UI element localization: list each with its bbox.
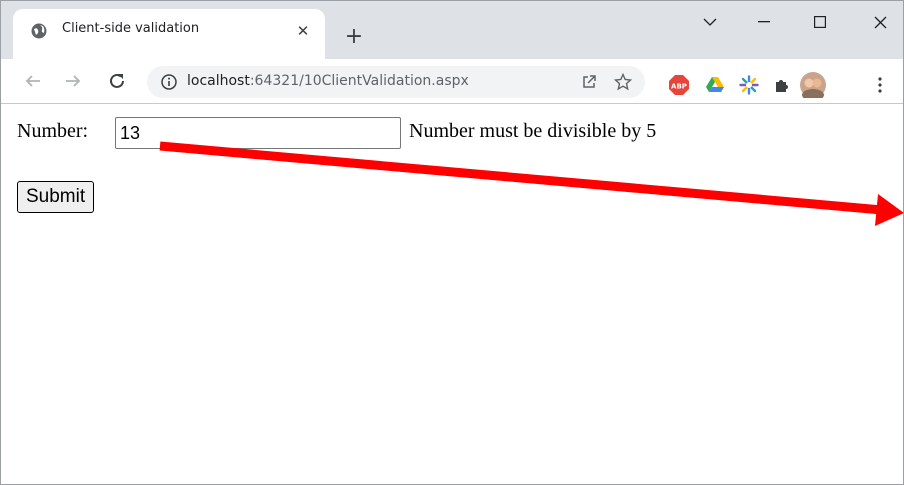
- browser-toolbar: localhost:64321/10ClientValidation.aspx …: [1, 59, 903, 104]
- svg-text:ABP: ABP: [671, 83, 687, 91]
- profile-avatar[interactable]: [800, 72, 826, 98]
- close-window-icon[interactable]: [857, 9, 903, 35]
- bookmark-star-icon[interactable]: [613, 72, 633, 92]
- address-bar[interactable]: localhost:64321/10ClientValidation.aspx: [147, 66, 645, 98]
- number-label: Number:: [17, 120, 89, 142]
- browser-window: Client-side validation ✕ + localhost:643…: [0, 0, 904, 485]
- tab-search-chevron-icon[interactable]: [687, 9, 733, 35]
- validation-message: Number must be divisible by 5: [409, 120, 657, 142]
- number-input[interactable]: [115, 117, 401, 149]
- maximize-icon[interactable]: [797, 9, 843, 35]
- submit-button[interactable]: Submit: [17, 181, 95, 213]
- minimize-icon[interactable]: [741, 9, 787, 35]
- page-content: Number: Number must be divisible by 5 Su…: [1, 104, 903, 484]
- abp-icon[interactable]: ABP: [668, 74, 690, 96]
- tab-title: Client-side validation: [62, 21, 200, 36]
- google-drive-icon[interactable]: [704, 74, 726, 96]
- url-path: :64321/10ClientValidation.aspx: [249, 73, 469, 89]
- back-arrow-icon[interactable]: [21, 69, 45, 93]
- forward-arrow-icon[interactable]: [61, 69, 85, 93]
- new-tab-button[interactable]: +: [341, 23, 367, 49]
- active-tab[interactable]: Client-side validation ✕: [13, 9, 325, 59]
- url-text: localhost:64321/10ClientValidation.aspx: [187, 73, 469, 89]
- url-host: localhost: [187, 73, 250, 89]
- tab-strip: Client-side validation ✕ +: [1, 1, 903, 59]
- puzzle-icon[interactable]: [771, 74, 793, 96]
- site-info-icon[interactable]: [161, 74, 177, 90]
- colorful-extension-icon[interactable]: [738, 74, 760, 96]
- reload-icon[interactable]: [105, 69, 129, 93]
- share-icon[interactable]: [579, 72, 599, 92]
- globe-icon: [31, 23, 47, 39]
- more-menu-icon[interactable]: [869, 74, 891, 96]
- close-tab-icon[interactable]: ✕: [291, 19, 315, 43]
